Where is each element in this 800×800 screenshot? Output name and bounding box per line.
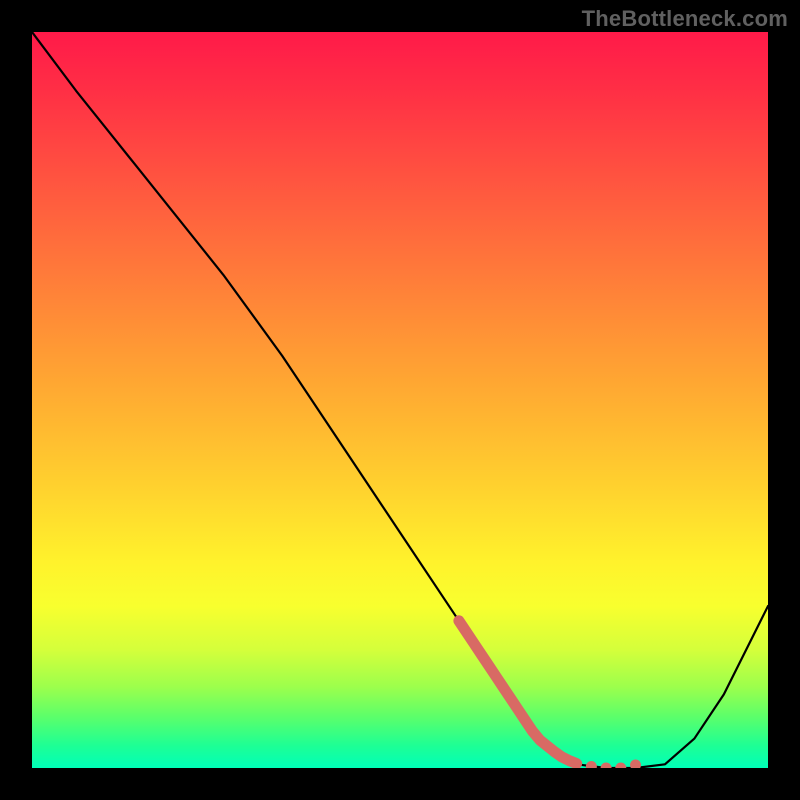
- chart-stage: TheBottleneck.com: [0, 0, 800, 800]
- highlight-dot: [615, 763, 626, 769]
- plot-area: [32, 32, 768, 768]
- bottleneck-curve: [32, 32, 768, 768]
- highlight-stroke: [459, 621, 577, 764]
- plot-svg: [32, 32, 768, 768]
- optimal-range-marker: [459, 621, 641, 768]
- highlight-dot: [630, 760, 641, 768]
- highlight-dot: [601, 763, 612, 769]
- watermark-text: TheBottleneck.com: [582, 6, 788, 32]
- highlight-dot: [586, 761, 597, 768]
